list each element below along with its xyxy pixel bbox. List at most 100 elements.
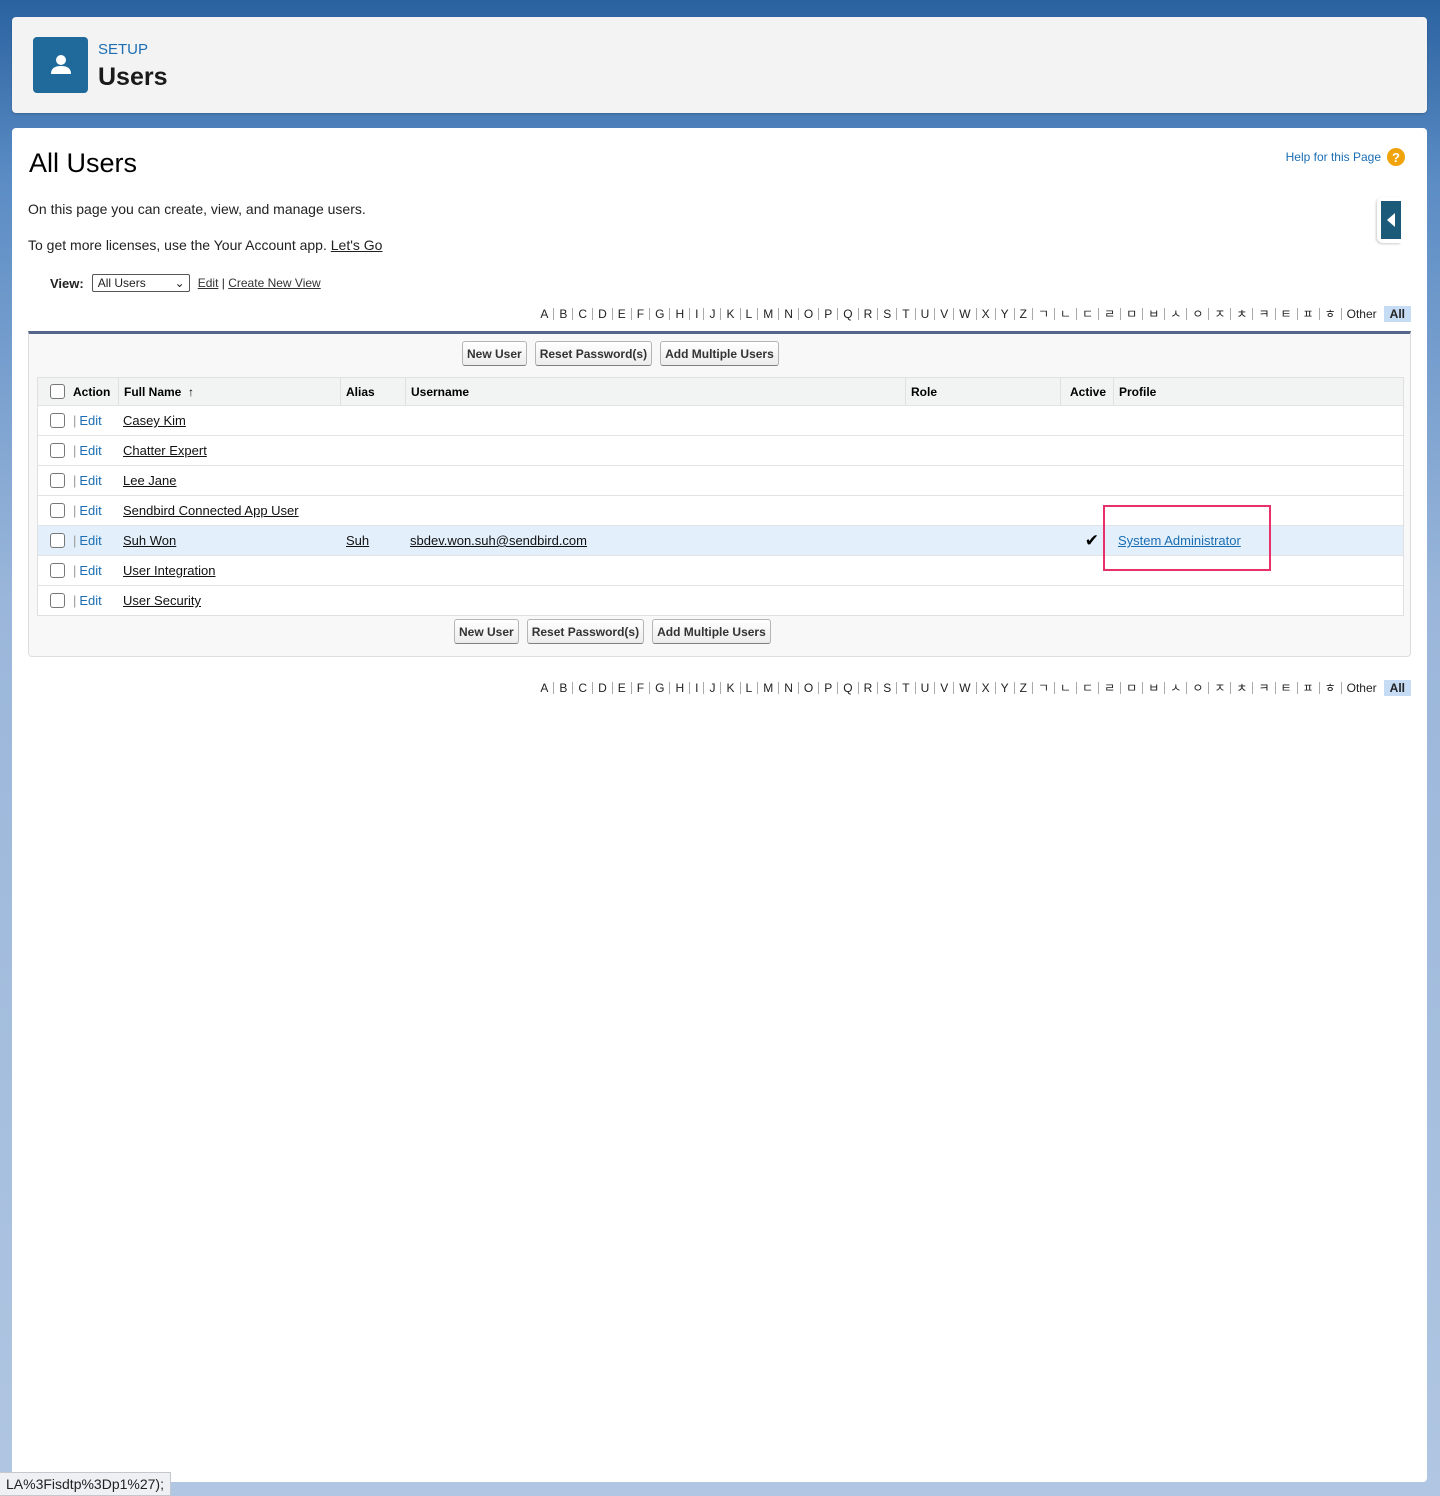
alpha-filter-item[interactable]: A [535,308,553,320]
col-role[interactable]: Role [905,378,1060,405]
col-username[interactable]: Username [405,378,905,405]
reset-password-button[interactable]: Reset Password(s) [534,341,653,366]
alpha-filter-item[interactable]: I [689,682,703,694]
alpha-filter-item[interactable]: ㅂ [1142,682,1164,694]
full-name-link[interactable]: Casey Kim [123,413,186,428]
username-link[interactable]: sbdev.won.suh@sendbird.com [410,533,587,548]
alpha-filter-item[interactable]: L [739,682,758,694]
alpha-filter-item[interactable]: U [914,308,935,320]
new-user-button[interactable]: New User [454,619,519,644]
alpha-filter-item[interactable]: H [669,682,689,694]
alpha-filter-item[interactable]: S [877,682,896,694]
edit-view-link[interactable]: Edit [198,276,219,290]
edit-link[interactable]: Edit [79,503,101,518]
alpha-filter-item[interactable]: ㅇ [1186,682,1208,694]
alpha-filter-item[interactable]: Q [837,682,857,694]
alpha-filter-item[interactable]: I [689,308,703,320]
alpha-filter-item[interactable]: P [818,682,837,694]
col-active[interactable]: Active [1060,378,1113,405]
alpha-filter-item[interactable]: ㅍ [1296,308,1319,320]
alpha-filter-all[interactable]: All [1383,306,1411,322]
select-all-checkbox[interactable] [50,384,65,399]
alpha-filter-item[interactable]: V [934,682,953,694]
edit-link[interactable]: Edit [79,473,101,488]
alpha-filter-item[interactable]: C [572,308,592,320]
alpha-filter-item[interactable]: B [553,682,572,694]
alpha-filter-item[interactable]: O [797,308,818,320]
alpha-filter-item[interactable]: ㄴ [1054,308,1076,320]
alpha-filter-item[interactable]: ㅋ [1252,308,1274,320]
alpha-filter-item[interactable]: ㄹ [1098,308,1120,320]
alpha-filter-item[interactable]: V [934,308,953,320]
edit-link[interactable]: Edit [79,563,101,578]
alpha-filter-item[interactable]: ㅎ [1318,308,1341,320]
alpha-filter-item[interactable]: F [630,308,649,320]
full-name-link[interactable]: Suh Won [123,533,176,548]
alpha-filter-item[interactable]: W [953,308,975,320]
alpha-filter-item[interactable]: G [649,682,669,694]
alpha-filter-item[interactable]: Y [994,682,1014,694]
alpha-filter-item[interactable]: ㅅ [1164,308,1186,320]
alpha-filter-item[interactable]: R [857,682,878,694]
alpha-filter-item[interactable]: S [877,308,896,320]
alpha-filter-item[interactable]: ㅇ [1186,308,1208,320]
alpha-filter-all[interactable]: All [1383,680,1411,696]
alpha-filter-item[interactable]: ㅁ [1120,682,1142,694]
alpha-filter-item[interactable]: X [975,682,995,694]
full-name-link[interactable]: User Integration [123,563,216,578]
col-alias[interactable]: Alias [340,378,405,405]
alpha-filter-item[interactable]: X [975,308,995,320]
alpha-filter-item[interactable]: D [592,682,612,694]
alpha-filter-item[interactable]: ㅈ [1208,308,1230,320]
alpha-filter-item[interactable]: A [535,682,553,694]
alpha-filter-item[interactable]: Other [1340,308,1382,320]
alpha-filter-item[interactable]: ㄴ [1054,682,1076,694]
alpha-filter-item[interactable]: ㅍ [1296,682,1319,694]
alpha-filter-item[interactable]: J [703,682,720,694]
alpha-filter-item[interactable]: M [757,308,778,320]
alpha-filter-item[interactable]: H [669,308,689,320]
alpha-filter-item[interactable]: Y [994,308,1014,320]
alpha-filter-item[interactable]: B [553,308,572,320]
row-checkbox[interactable] [50,413,65,428]
edit-link[interactable]: Edit [79,413,101,428]
col-profile[interactable]: Profile [1113,378,1403,405]
edit-link[interactable]: Edit [79,443,101,458]
lets-go-link[interactable]: Let's Go [331,237,383,253]
row-checkbox[interactable] [50,593,65,608]
alpha-filter-item[interactable]: U [914,682,935,694]
alpha-filter-item[interactable]: J [703,308,720,320]
help-label[interactable]: Help for this Page [1286,150,1381,164]
alpha-filter-item[interactable]: K [720,682,739,694]
alpha-filter-item[interactable]: E [611,308,631,320]
full-name-link[interactable]: User Security [123,593,201,608]
alpha-filter-item[interactable]: ㄱ [1031,308,1054,320]
sidebar-toggle-button[interactable] [1377,197,1401,243]
add-multiple-users-button[interactable]: Add Multiple Users [660,341,779,366]
alias-link[interactable]: Suh [346,533,369,548]
alpha-filter-item[interactable]: ㄱ [1031,682,1054,694]
col-full-name[interactable]: Full Name ↑ [118,378,340,405]
alpha-filter-item[interactable]: ㅌ [1274,682,1297,694]
alpha-filter-item[interactable]: K [720,308,739,320]
alpha-filter-item[interactable]: T [896,682,914,694]
alpha-filter-item[interactable]: ㄹ [1098,682,1120,694]
alpha-filter-item[interactable]: D [592,308,612,320]
alpha-filter-item[interactable]: T [896,308,914,320]
row-checkbox[interactable] [50,563,65,578]
edit-link[interactable]: Edit [79,533,101,548]
view-select[interactable]: All Users ⌄ [91,274,190,292]
alpha-filter-item[interactable]: ㄷ [1076,308,1098,320]
alpha-filter-item[interactable]: ㅊ [1230,308,1252,320]
alpha-filter-item[interactable]: F [630,682,649,694]
alpha-filter-item[interactable]: L [739,308,758,320]
alpha-filter-item[interactable]: M [757,682,778,694]
alpha-filter-item[interactable]: E [611,682,631,694]
alpha-filter-item[interactable]: ㄷ [1076,682,1098,694]
alpha-filter-item[interactable]: ㅈ [1208,682,1230,694]
alpha-filter-item[interactable]: R [857,308,878,320]
help-link[interactable]: Help for this Page? [1286,148,1405,166]
alpha-filter-item[interactable]: ㅁ [1120,308,1142,320]
add-multiple-users-button[interactable]: Add Multiple Users [652,619,771,644]
alpha-filter-item[interactable]: ㅎ [1318,682,1341,694]
